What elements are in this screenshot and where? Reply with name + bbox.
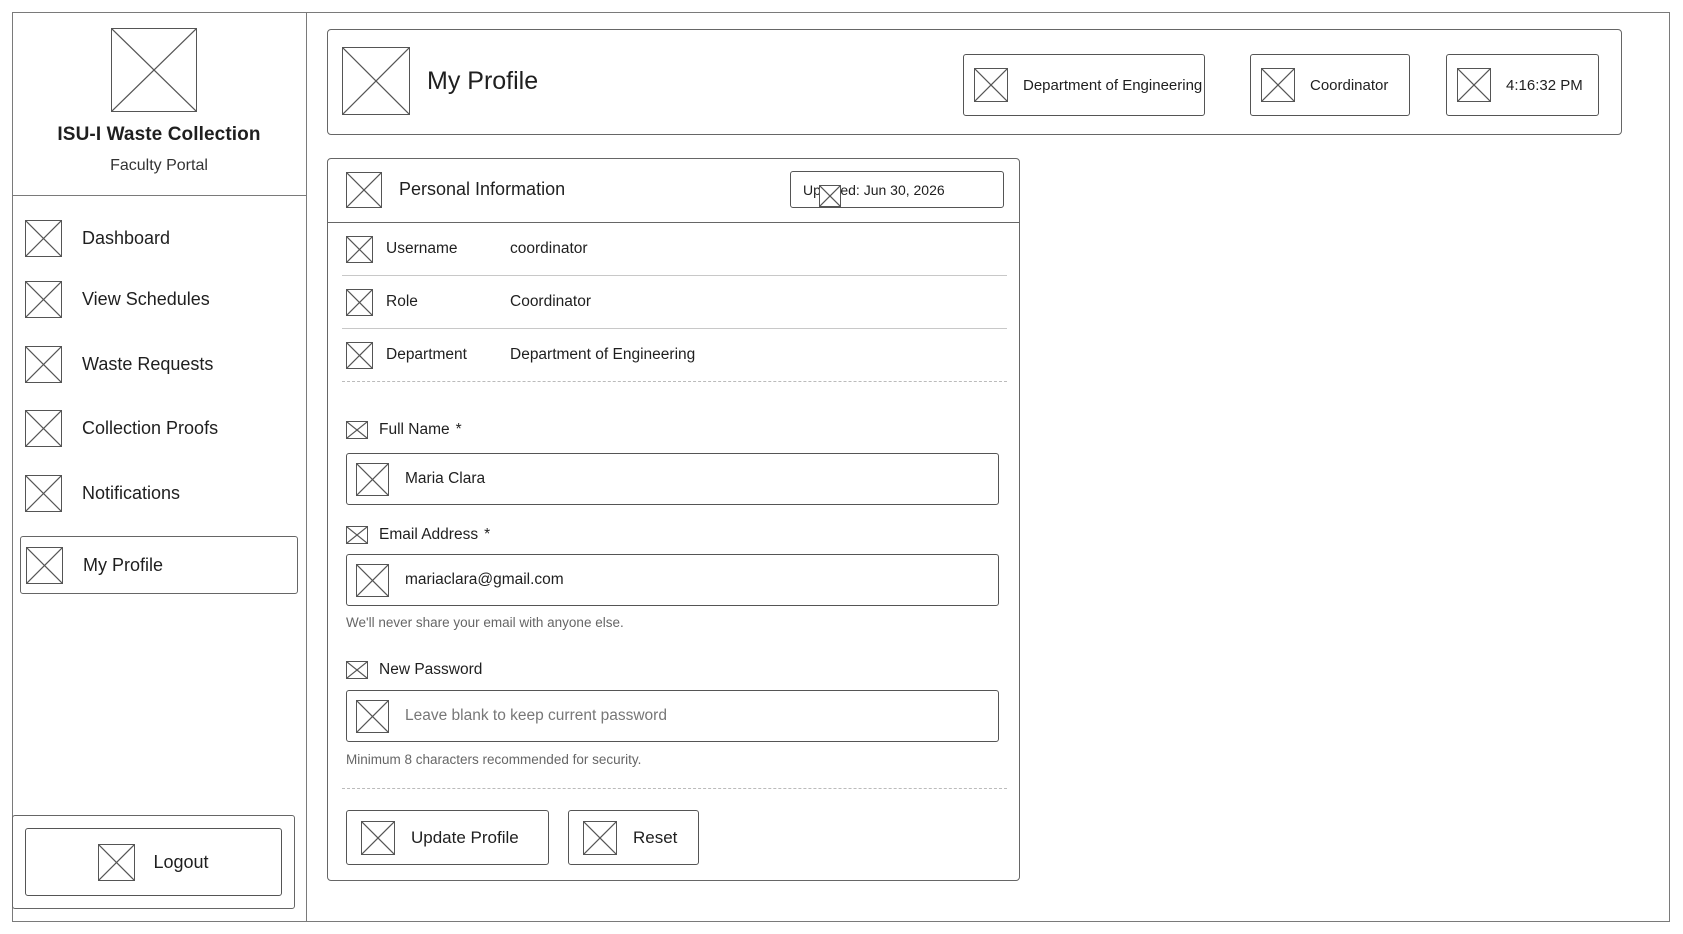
department-label: Department	[386, 346, 467, 363]
role-icon	[346, 288, 373, 316]
user-icon	[356, 462, 389, 496]
department-row: Department Department of Engineering	[342, 329, 1007, 382]
calendar-icon	[25, 280, 62, 318]
sidebar-item-view-schedules[interactable]: View Schedules	[20, 270, 298, 328]
password-label-text: New Password	[379, 661, 483, 678]
dashboard-icon	[25, 219, 62, 257]
proof-image-icon	[25, 409, 62, 447]
sidebar-item-label: Dashboard	[82, 227, 171, 248]
required-marker: *	[455, 421, 462, 438]
reset-button[interactable]: Reset	[568, 810, 699, 865]
full-name-field[interactable]	[346, 453, 999, 505]
time-label: 4:16:32 PM	[1506, 76, 1583, 94]
calendar-icon	[819, 185, 841, 207]
logout-icon	[98, 843, 136, 881]
key-icon	[356, 699, 389, 733]
email-hint: We'll never share your email with anyone…	[346, 615, 624, 630]
trash-icon	[25, 345, 62, 383]
building-icon	[346, 341, 373, 369]
page-header: My Profile Department of Engineering Coo…	[327, 29, 1622, 135]
email-input[interactable]	[403, 570, 967, 590]
sidebar-item-dashboard[interactable]: Dashboard	[20, 209, 298, 267]
sidebar-item-label: Waste Requests	[82, 353, 214, 374]
save-icon	[361, 820, 395, 855]
personal-information-card: Personal Information Updated: Jun 30, 20…	[327, 158, 1020, 881]
page-image-placeholder	[342, 47, 410, 115]
role-label: Coordinator	[1310, 76, 1389, 94]
user-icon	[346, 235, 373, 263]
role-label: Role	[386, 293, 418, 310]
email-field[interactable]	[346, 554, 999, 606]
bell-icon	[25, 474, 62, 512]
sidebar-item-notifications[interactable]: Notifications	[20, 464, 298, 522]
sidebar: ISU-I Waste Collection Faculty Portal Da…	[12, 12, 307, 922]
role-chip: Coordinator	[1250, 54, 1410, 116]
reset-icon	[583, 820, 617, 855]
sidebar-item-label: Collection Proofs	[82, 417, 219, 438]
logout-label: Logout	[153, 851, 209, 872]
full-name-label: Full Name *	[346, 421, 462, 439]
password-field[interactable]	[346, 690, 999, 742]
sidebar-item-waste-requests[interactable]: Waste Requests	[20, 335, 298, 393]
sidebar-item-label: My Profile	[83, 554, 164, 575]
username-row: Username coordinator	[342, 223, 1007, 276]
user-icon	[26, 546, 63, 584]
name-icon	[346, 421, 368, 439]
sidebar-item-collection-proofs[interactable]: Collection Proofs	[20, 399, 298, 457]
logout-section: Logout	[12, 815, 295, 909]
required-marker: *	[484, 526, 491, 543]
full-name-input[interactable]	[403, 469, 967, 489]
password-label: New Password	[346, 661, 482, 679]
email-label: Email Address *	[346, 526, 490, 544]
page-title: My Profile	[427, 67, 539, 95]
password-hint: Minimum 8 characters recommended for sec…	[346, 752, 642, 767]
logo-image-placeholder	[111, 28, 197, 112]
app-subtitle: Faculty Portal	[110, 157, 208, 174]
role-icon	[1261, 68, 1295, 102]
department-chip: Department of Engineering	[963, 54, 1205, 116]
email-label-text: Email Address	[379, 526, 479, 543]
form-divider	[342, 788, 1007, 789]
card-header: Personal Information Updated: Jun 30, 20…	[328, 159, 1019, 223]
username-label: Username	[386, 240, 458, 257]
brand-header: ISU-I Waste Collection Faculty Portal	[12, 12, 306, 196]
password-input[interactable]	[403, 706, 967, 726]
updated-badge: Updated: Jun 30, 2026	[790, 171, 1004, 208]
update-profile-button[interactable]: Update Profile	[346, 810, 549, 865]
role-row: Role Coordinator	[342, 276, 1007, 329]
department-label: Department of Engineering	[1023, 76, 1203, 94]
logout-button[interactable]: Logout	[25, 828, 282, 896]
envelope-icon	[356, 563, 389, 597]
clock-chip: 4:16:32 PM	[1446, 54, 1599, 116]
username-value: coordinator	[510, 240, 588, 257]
update-profile-label: Update Profile	[411, 827, 519, 847]
full-name-label-text: Full Name	[379, 421, 450, 438]
envelope-icon	[346, 526, 368, 544]
sidebar-item-my-profile[interactable]: My Profile	[20, 536, 298, 594]
building-icon	[974, 68, 1008, 102]
role-value: Coordinator	[510, 293, 591, 310]
app-title: ISU-I Waste Collection	[57, 124, 261, 145]
card-title: Personal Information	[399, 179, 566, 199]
sidebar-item-label: View Schedules	[82, 288, 210, 309]
sidebar-item-label: Notifications	[82, 482, 181, 503]
lock-icon	[346, 661, 368, 679]
id-card-icon	[346, 172, 382, 208]
department-value: Department of Engineering	[510, 346, 696, 363]
reset-label: Reset	[633, 827, 678, 847]
clock-icon	[1457, 68, 1491, 102]
